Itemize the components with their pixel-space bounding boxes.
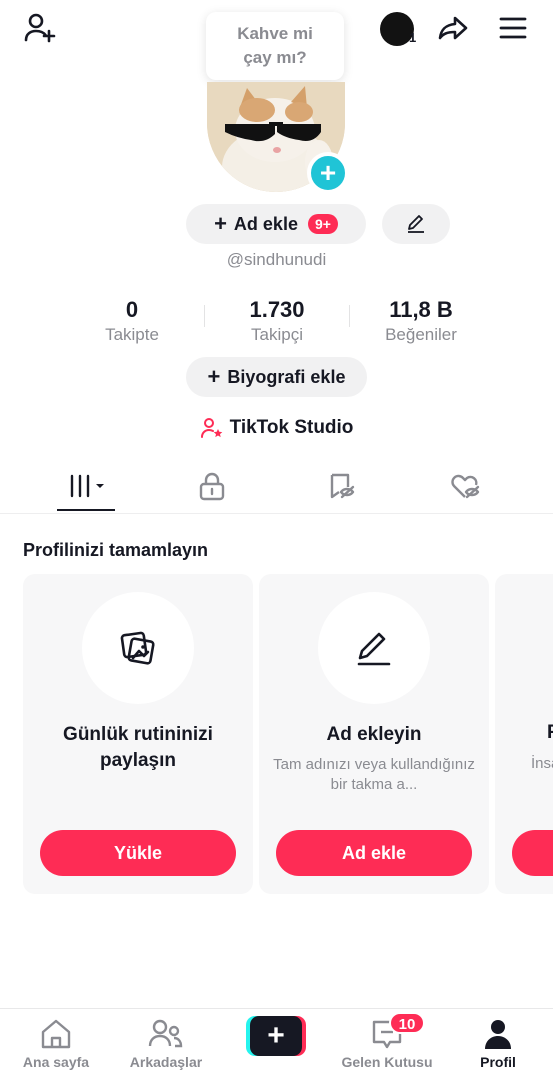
- stat-likes[interactable]: 11,8 B Beğeniler: [356, 297, 486, 345]
- plus-icon: +: [214, 211, 227, 236]
- card-button[interactable]: [512, 830, 553, 876]
- tab-videos[interactable]: [58, 466, 118, 506]
- tiktok-studio-link[interactable]: TikTok Studio: [0, 416, 553, 440]
- stat-likes-label: Beğeniler: [385, 325, 457, 344]
- nav-friends[interactable]: Arkadaşlar: [116, 1015, 216, 1075]
- plus-icon: +: [250, 1016, 302, 1056]
- nav-home[interactable]: Ana sayfa: [6, 1015, 106, 1075]
- active-tab-indicator: [57, 509, 115, 511]
- tagged-posts-icon: [330, 473, 355, 499]
- nav-profile-label: Profil: [480, 1054, 516, 1070]
- username: @sindhunudi: [226, 250, 327, 269]
- home-icon: [41, 1019, 71, 1049]
- card-icon-circle: [82, 592, 194, 704]
- edit-profile-button[interactable]: [382, 204, 450, 244]
- card-title: Ad ekleyin: [326, 724, 422, 745]
- profile-card-routine[interactable]: Günlük rutininizi paylaşın Yükle: [23, 574, 253, 894]
- add-avatar-button[interactable]: +: [307, 152, 349, 194]
- lock-icon: [199, 472, 225, 501]
- tab-liked[interactable]: [436, 466, 496, 506]
- create-button[interactable]: +: [246, 1016, 306, 1056]
- divider: [0, 513, 553, 514]
- status-bubble-line1: Kahve mi: [237, 24, 313, 43]
- profile-icon: [485, 1020, 511, 1049]
- card-subtitle: İnsa: [531, 755, 553, 772]
- add-bio-button[interactable]: + Biyografi ekle: [186, 357, 367, 397]
- add-name-button[interactable]: + Ad ekle 9+: [186, 204, 366, 244]
- pencil-icon: [408, 215, 424, 233]
- share-icon[interactable]: [435, 10, 471, 46]
- divider: [0, 1008, 553, 1009]
- card-title: F: [547, 722, 553, 743]
- nav-inbox-label: Gelen Kutusu: [341, 1054, 433, 1070]
- pencil-icon: [357, 632, 391, 666]
- notification-badge: 9+: [307, 214, 338, 234]
- stat-divider: [349, 305, 350, 327]
- videos-grid-icon: [70, 474, 104, 498]
- add-friend-icon[interactable]: [22, 10, 58, 46]
- card-title: Günlük rutininizi paylaşın: [63, 724, 213, 771]
- add-name-card-button[interactable]: Ad ekle: [276, 830, 472, 876]
- tab-tagged[interactable]: [312, 466, 372, 506]
- add-bio-label: Biyografi ekle: [227, 366, 346, 387]
- photo-stack-icon: [120, 631, 155, 665]
- menu-icon[interactable]: [495, 10, 531, 46]
- stat-divider: [204, 305, 205, 327]
- inbox-badge: 10: [389, 1012, 425, 1034]
- status-bubble[interactable]: Kahve mi çay mı?: [206, 12, 344, 80]
- card-subtitle: Tam adınızı veya kullandığınız bir takma…: [273, 756, 475, 793]
- tab-private[interactable]: [182, 466, 242, 506]
- stat-following-label: Takipte: [105, 325, 159, 344]
- stat-followers-label: Takipçi: [251, 325, 303, 344]
- status-bubble-line2: çay mı?: [243, 48, 307, 67]
- plus-icon: +: [207, 364, 221, 389]
- friends-icon: [148, 1019, 183, 1048]
- nav-profile[interactable]: Profil: [448, 1015, 548, 1075]
- card-icon-circle: [318, 592, 430, 704]
- add-name-label: Ad ekle: [233, 213, 298, 234]
- creator-star-icon: [200, 418, 222, 438]
- nav-home-label: Ana sayfa: [22, 1054, 90, 1070]
- liked-videos-icon: [451, 474, 480, 499]
- nav-friends-label: Arkadaşlar: [129, 1054, 203, 1070]
- upload-button[interactable]: Yükle: [40, 830, 236, 876]
- account-switch-count: 1: [409, 30, 417, 45]
- stat-following[interactable]: 0 Takipte: [67, 297, 197, 345]
- profile-card-partial[interactable]: F İnsa: [495, 574, 553, 894]
- stat-followers[interactable]: 1.730 Takipçi: [212, 297, 342, 345]
- section-title: Profilinizi tamamlayın: [23, 540, 209, 560]
- tiktok-studio-label: TikTok Studio: [229, 417, 354, 438]
- profile-card-add-name[interactable]: Ad ekleyin Tam adınızı veya kullandığını…: [259, 574, 489, 894]
- stat-following-value: 0: [125, 297, 139, 322]
- stat-likes-value: 11,8 B: [389, 297, 453, 322]
- stat-followers-value: 1.730: [249, 297, 305, 322]
